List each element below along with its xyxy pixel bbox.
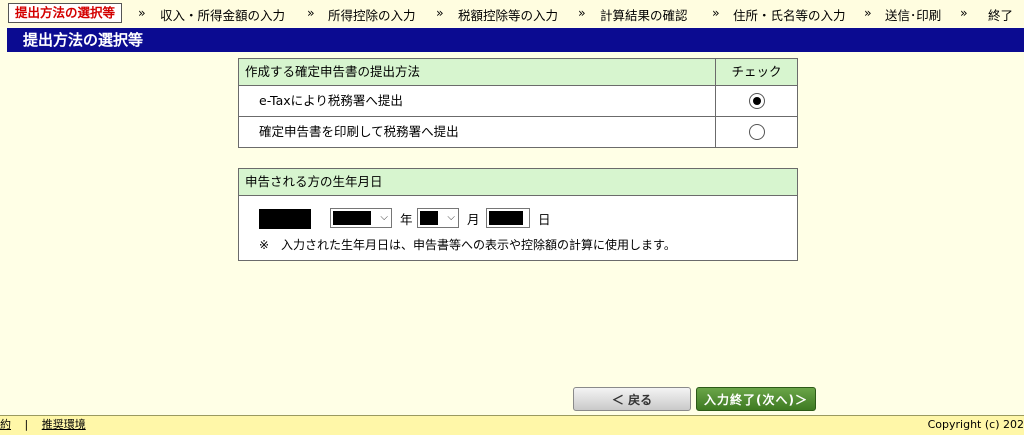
step-deduction: 所得控除の入力 — [328, 8, 416, 23]
day-select[interactable] — [486, 208, 530, 228]
dob-note: ※ 入力された生年月日は、申告書等への表示や控除額の計算に使用します。 — [259, 238, 676, 252]
month-select[interactable]: ⌵ — [417, 208, 459, 228]
day-unit-label: 日 — [538, 212, 551, 227]
step-separator: » — [712, 5, 720, 20]
step-separator: » — [436, 5, 444, 20]
footer-separator: | — [24, 418, 29, 431]
month-unit-label: 月 — [467, 212, 480, 227]
step-submit-method: 提出方法の選択等 — [8, 3, 123, 23]
step-tax-credit: 税額控除等の入力 — [458, 8, 559, 23]
step-calc-result: 計算結果の確認 — [600, 8, 688, 23]
submit-method-table: 作成する確定申告書の提出方法 チェック e-Taxにより税務署へ提出 確定申告書… — [238, 58, 798, 148]
step-separator: » — [138, 5, 146, 20]
option-label-etax: e-Taxにより税務署へ提出 — [259, 93, 403, 108]
progress-steps: 提出方法の選択等 » 収入・所得金額の入力 » 所得控除の入力 » 税額控除等の… — [0, 0, 1024, 27]
footer-link-environment[interactable]: 推奨環境 — [42, 418, 86, 431]
step-separator: » — [960, 5, 968, 20]
dob-header: 申告される方の生年月日 — [239, 169, 797, 196]
chevron-down-icon: ⌵ — [447, 212, 455, 223]
era-field-redacted[interactable] — [259, 209, 311, 229]
page-title: 提出方法の選択等 — [7, 28, 1024, 52]
next-button[interactable]: 入力終了(次へ)＞ — [696, 387, 816, 411]
dob-inputs: ⌵ 年 ⌵ 月 日 ※ 入力された生年月日は、申告書等への表示や控除額の計算に使… — [239, 196, 797, 260]
radio-print[interactable] — [748, 124, 765, 140]
step-address: 住所・氏名等の入力 — [733, 8, 846, 23]
step-separator: » — [307, 5, 315, 20]
option-row-print[interactable]: 確定申告書を印刷して税務署へ提出 — [239, 117, 797, 147]
check-column-header: チェック — [715, 59, 797, 85]
step-send-print: 送信･印刷 — [885, 8, 942, 23]
footer: 約 | 推奨環境 Copyright (c) 202 — [0, 415, 1024, 435]
submit-method-header: 作成する確定申告書の提出方法 チェック — [239, 59, 797, 86]
option-label-print: 確定申告書を印刷して税務署へ提出 — [259, 124, 459, 139]
radio-etax[interactable] — [748, 93, 765, 109]
chevron-down-icon: ⌵ — [380, 212, 388, 223]
step-separator: » — [578, 5, 586, 20]
option-row-etax[interactable]: e-Taxにより税務署へ提出 — [239, 86, 797, 117]
footer-link-terms[interactable]: 約 — [0, 418, 11, 431]
year-unit-label: 年 — [400, 212, 413, 227]
submit-method-header-label: 作成する確定申告書の提出方法 — [245, 64, 421, 79]
step-income: 収入・所得金額の入力 — [160, 8, 286, 23]
step-separator: » — [864, 5, 872, 20]
step-finish: 終了 — [988, 8, 1014, 23]
copyright: Copyright (c) 202 — [927, 418, 1024, 431]
year-select[interactable]: ⌵ — [330, 208, 392, 228]
back-button[interactable]: ＜ 戻る — [573, 387, 691, 411]
dob-section: 申告される方の生年月日 ⌵ 年 ⌵ 月 日 ※ 入力された生年月日は、申告書等へ… — [238, 168, 798, 261]
